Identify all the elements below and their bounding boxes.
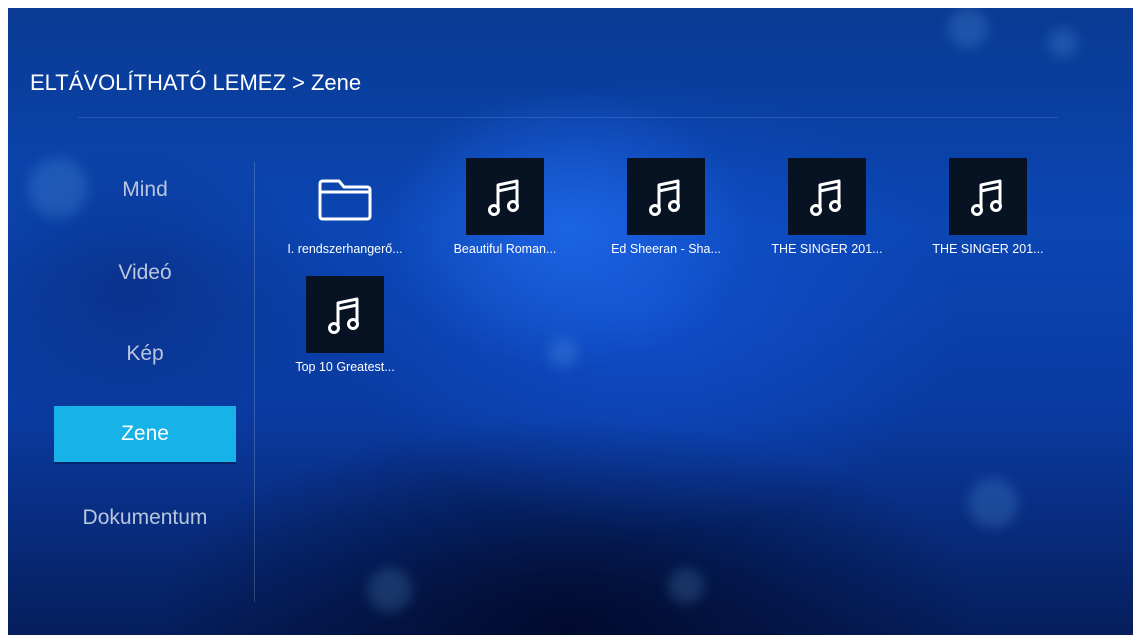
header-divider <box>78 117 1058 118</box>
sidebar-item-kep[interactable]: Kép <box>54 326 236 382</box>
folder-thumbnail <box>306 158 384 235</box>
bokeh-decoration <box>368 568 412 612</box>
sidebar-divider <box>254 162 255 602</box>
bokeh-decoration <box>1048 28 1078 58</box>
sidebar-item-zene[interactable]: Zene <box>54 406 236 462</box>
music-thumbnail <box>466 158 544 235</box>
folder-icon <box>318 179 372 220</box>
item-label: Beautiful Roman... <box>453 242 557 256</box>
item-label: Ed Sheeran - Sha... <box>611 242 721 256</box>
music-thumbnail <box>788 158 866 235</box>
bokeh-decoration <box>968 478 1018 528</box>
music-thumbnail <box>627 158 705 235</box>
sidebar-item-video[interactable]: Videó <box>54 245 236 301</box>
music-note-icon <box>971 179 1002 216</box>
folder-item[interactable]: I. rendszerhangerő... <box>270 158 420 278</box>
bokeh-decoration <box>668 568 704 604</box>
music-thumbnail <box>949 158 1027 235</box>
breadcrumb: ELTÁVOLÍTHATÓ LEMEZ > Zene <box>30 70 362 95</box>
item-label: THE SINGER 201... <box>771 242 883 256</box>
sidebar-item-dokumentum[interactable]: Dokumentum <box>54 490 236 546</box>
item-label: Top 10 Greatest... <box>295 360 395 374</box>
music-note-icon <box>810 179 841 216</box>
music-note-icon <box>488 179 519 216</box>
music-note-icon <box>328 297 359 334</box>
music-item[interactable]: Ed Sheeran - Sha... <box>591 158 741 278</box>
sidebar-item-mind[interactable]: Mind <box>54 162 236 218</box>
item-label: THE SINGER 201... <box>932 242 1044 256</box>
music-item[interactable]: THE SINGER 201... <box>913 158 1063 278</box>
music-item[interactable]: THE SINGER 201... <box>752 158 902 278</box>
media-browser-screen: ELTÁVOLÍTHATÓ LEMEZ > Zene Mind Videó Ké… <box>8 8 1133 635</box>
bokeh-decoration <box>948 8 988 48</box>
bokeh-decoration <box>548 338 578 368</box>
item-label: I. rendszerhangerő... <box>287 242 403 256</box>
music-item[interactable]: Top 10 Greatest... <box>270 276 420 396</box>
music-item[interactable]: Beautiful Roman... <box>430 158 580 278</box>
music-note-icon <box>649 179 680 216</box>
music-thumbnail <box>306 276 384 353</box>
